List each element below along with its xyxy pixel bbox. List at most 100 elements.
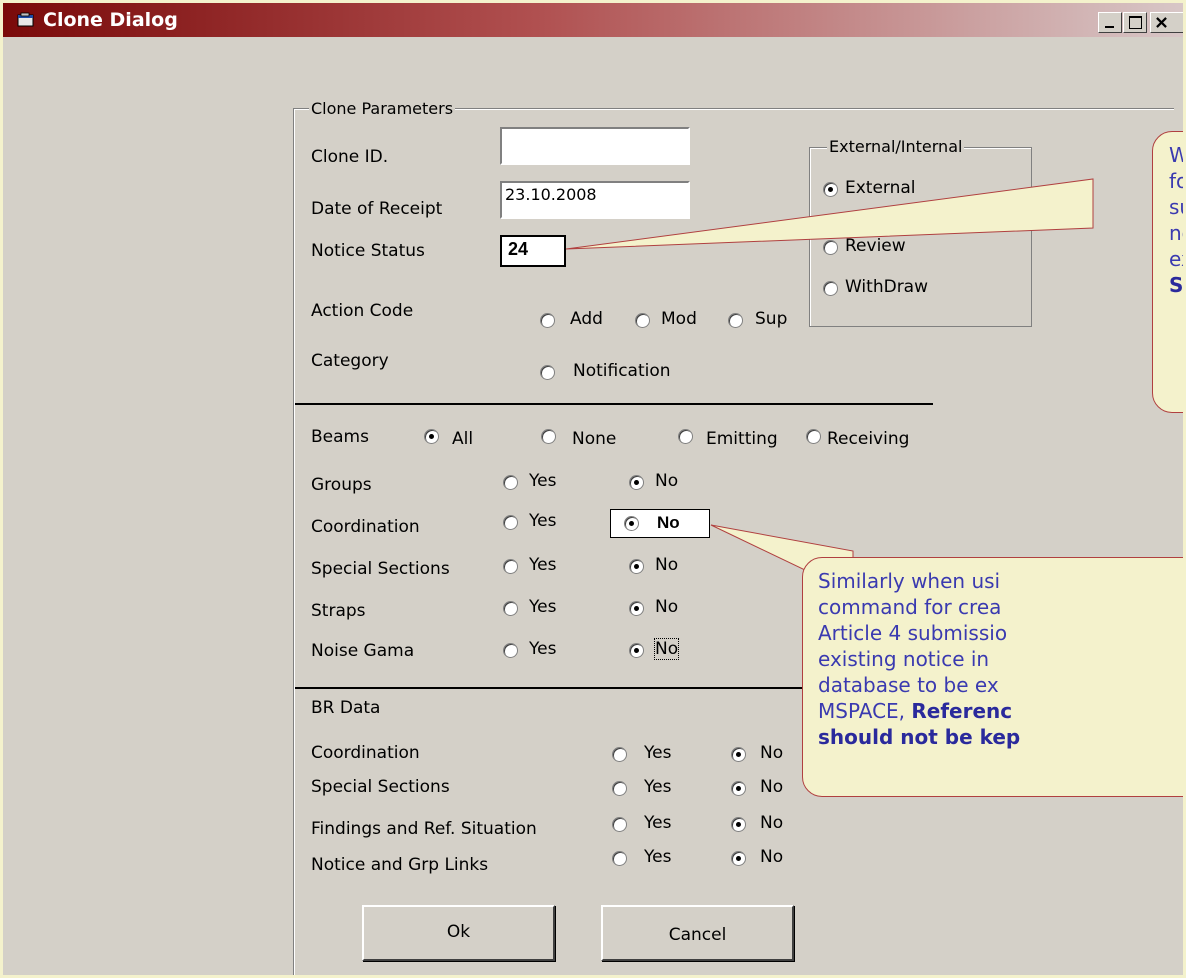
callout2-line7: should not be kep — [818, 725, 1021, 749]
groups-no-radio[interactable] — [629, 475, 644, 490]
br-findings-no-radio[interactable] — [731, 817, 746, 832]
minimize-button[interactable] — [1098, 12, 1122, 33]
action-mod-label: Mod — [661, 309, 697, 329]
callout-notice-status: Wh for sub not exa Sta — [1152, 131, 1183, 413]
close-button[interactable] — [1150, 12, 1183, 33]
beams-none-label: None — [572, 429, 617, 449]
br-special-sections-label: Special Sections — [311, 777, 450, 797]
beams-receiving-radio[interactable] — [806, 429, 821, 444]
callout2-line2: command for crea — [818, 595, 1002, 619]
br-findings-no-label: No — [760, 813, 784, 833]
action-sup-radio[interactable] — [728, 313, 743, 328]
straps-no-radio[interactable] — [629, 601, 644, 616]
noise-gama-no-label: No — [653, 638, 680, 660]
groups-yes-label: Yes — [529, 471, 557, 491]
action-add-radio[interactable] — [540, 313, 555, 328]
br-notice-links-no-label: No — [760, 847, 784, 867]
groups-no-label: No — [655, 471, 679, 491]
beams-all-label: All — [452, 429, 474, 449]
coordination-no-highlight[interactable]: No — [610, 509, 710, 538]
coordination-no-radio[interactable] — [624, 516, 639, 531]
review-radio[interactable] — [823, 240, 838, 255]
review-label: Review — [845, 236, 906, 256]
clone-id-input[interactable] — [500, 127, 690, 165]
clone-parameters-legend: Clone Parameters — [309, 99, 456, 118]
callout1-line2: for — [1169, 169, 1183, 193]
straps-yes-radio[interactable] — [503, 601, 518, 616]
coordination-yes-radio[interactable] — [503, 515, 518, 530]
br-data-label: BR Data — [311, 698, 381, 718]
action-code-label: Action Code — [311, 301, 414, 321]
beams-label: Beams — [311, 427, 369, 447]
beams-none-radio[interactable] — [541, 429, 556, 444]
category-label: Category — [311, 351, 389, 371]
br-coordination-label: Coordination — [311, 743, 420, 763]
br-findings-label: Findings and Ref. Situation — [311, 819, 537, 839]
action-add-label: Add — [570, 309, 603, 329]
br-notice-links-no-radio[interactable] — [731, 851, 746, 866]
category-notification-radio[interactable] — [540, 365, 555, 380]
date-of-receipt-input[interactable]: 23.10.2008 — [500, 181, 690, 219]
special-sections-no-radio[interactable] — [629, 559, 644, 574]
coordination-label: Coordination — [311, 517, 420, 537]
beams-all-radio[interactable] — [424, 429, 439, 444]
withdraw-radio[interactable] — [823, 281, 838, 296]
ok-button[interactable]: Ok — [362, 905, 555, 961]
notice-status-input[interactable]: 24 — [500, 235, 566, 267]
br-coordination-no-label: No — [760, 743, 784, 763]
callout1-line5: exa — [1169, 247, 1183, 271]
special-sections-label: Special Sections — [311, 559, 450, 579]
br-special-sections-no-radio[interactable] — [731, 781, 746, 796]
callout2-line6-plain: MSPACE, — [818, 699, 912, 723]
external-internal-group — [809, 147, 1032, 327]
category-notification-label: Notification — [573, 361, 671, 381]
special-sections-yes-label: Yes — [529, 555, 557, 575]
title-bar[interactable]: Clone Dialog — [3, 3, 1183, 37]
withdraw-label: WithDraw — [845, 277, 928, 297]
app-icon — [17, 12, 34, 27]
maximize-button[interactable] — [1123, 12, 1147, 33]
br-special-sections-yes-radio[interactable] — [612, 781, 627, 796]
noise-gama-no-radio[interactable] — [629, 643, 644, 658]
clone-parameters-group — [293, 108, 1174, 975]
cancel-button[interactable]: Cancel — [601, 905, 794, 961]
close-icon — [1156, 17, 1167, 28]
straps-no-label: No — [655, 597, 679, 617]
straps-label: Straps — [311, 601, 366, 621]
br-coordination-no-radio[interactable] — [731, 747, 746, 762]
callout2-line6: MSPACE, Referenc — [818, 698, 1183, 724]
noise-gama-yes-label: Yes — [529, 639, 557, 659]
br-coordination-yes-label: Yes — [644, 743, 672, 763]
clone-dialog-window: Clone Dialog Clone Parameters Clone ID. … — [0, 0, 1186, 978]
br-special-sections-yes-label: Yes — [644, 777, 672, 797]
noise-gama-yes-radio[interactable] — [503, 643, 518, 658]
callout2-line3: Article 4 submissio — [818, 621, 1008, 645]
beams-emitting-radio[interactable] — [678, 429, 693, 444]
br-coordination-yes-radio[interactable] — [612, 747, 627, 762]
notice-status-label: Notice Status — [311, 241, 425, 261]
external-internal-legend: External/Internal — [827, 137, 965, 156]
br-findings-yes-radio[interactable] — [612, 817, 627, 832]
clone-id-label: Clone ID. — [311, 147, 389, 167]
minimize-icon — [1105, 26, 1114, 28]
groups-yes-radio[interactable] — [503, 475, 518, 490]
action-sup-label: Sup — [755, 309, 788, 329]
window-title: Clone Dialog — [43, 9, 178, 31]
callout2-line4: existing notice in — [818, 647, 990, 671]
external-radio[interactable] — [823, 182, 838, 197]
callout1-line1: Wh — [1169, 142, 1183, 168]
action-mod-radio[interactable] — [635, 313, 650, 328]
br-notice-links-yes-label: Yes — [644, 847, 672, 867]
groups-label: Groups — [311, 475, 372, 495]
callout2-line5: database to be ex — [818, 673, 999, 697]
special-sections-yes-radio[interactable] — [503, 559, 518, 574]
callout1-line4: not — [1169, 221, 1183, 245]
callout-coordination: Similarly when usi command for crea Arti… — [802, 557, 1183, 797]
br-special-sections-no-label: No — [760, 777, 784, 797]
external-label: External — [845, 178, 916, 198]
special-sections-no-label: No — [655, 555, 679, 575]
callout1-line3: sub — [1169, 195, 1183, 219]
date-of-receipt-label: Date of Receipt — [311, 199, 443, 219]
br-notice-links-yes-radio[interactable] — [612, 851, 627, 866]
callout2-line1: Similarly when usi — [818, 569, 1001, 593]
